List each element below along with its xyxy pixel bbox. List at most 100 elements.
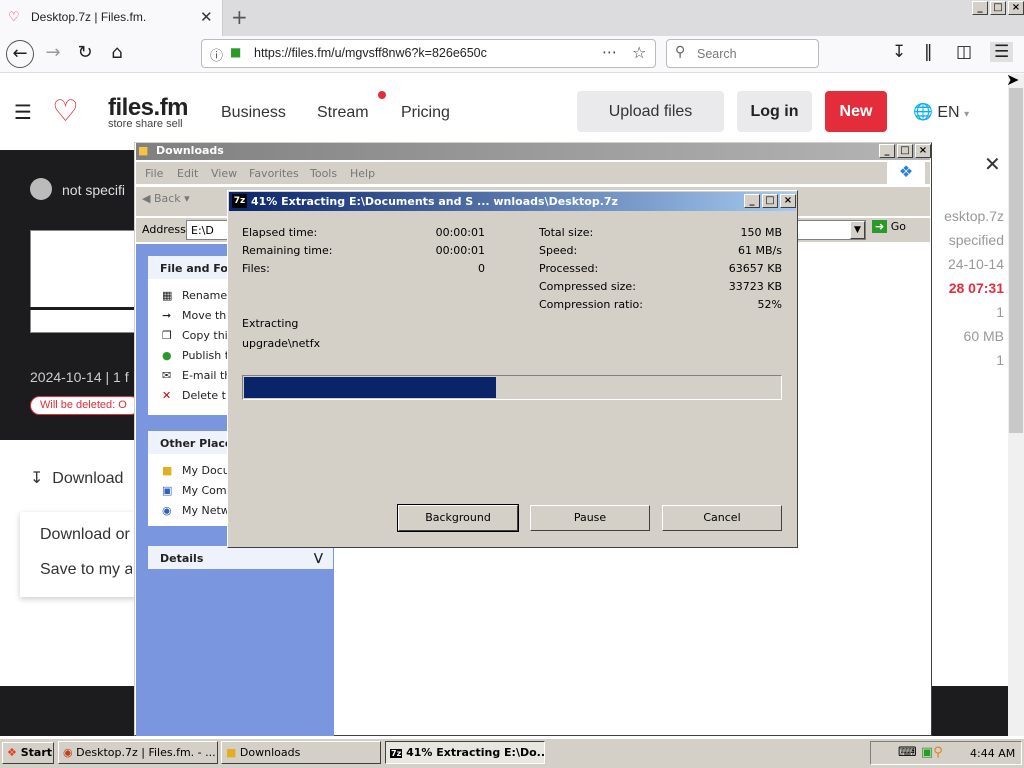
browser-tab[interactable]: ♡ Desktop.7z | Files.fm. ✕	[0, 0, 223, 36]
page-actions-icon[interactable]: ⋯	[602, 43, 617, 61]
site-tagline: store share sell	[108, 118, 183, 130]
download-option-1[interactable]: Download or	[40, 526, 132, 544]
menu-file[interactable]: File	[145, 167, 163, 180]
downloads-icon[interactable]: ↧	[892, 42, 906, 62]
login-button[interactable]: Log in	[737, 91, 812, 132]
minimize-icon[interactable]: _	[879, 144, 895, 158]
detail-value: esktop.7z	[944, 208, 1004, 224]
minimize-icon[interactable]: _	[744, 194, 760, 208]
nav-business[interactable]: Business	[221, 104, 286, 122]
task-email[interactable]: ✉E-mail thi	[162, 369, 228, 382]
nav-stream[interactable]: Stream	[317, 104, 369, 122]
address-dropdown-icon[interactable]: ▼	[850, 221, 865, 239]
home-icon[interactable]: ⌂	[104, 40, 130, 66]
task-delete[interactable]: ✕ Delete th	[162, 389, 228, 402]
search-icon[interactable]: ⚲	[933, 745, 943, 760]
menu-favorites[interactable]: Favorites	[249, 167, 299, 180]
keyboard-icon[interactable]: ⌨	[898, 745, 917, 760]
upload-files-button[interactable]: Upload files	[577, 91, 724, 132]
menu-edit[interactable]: Edit	[177, 167, 198, 180]
taskbar-item-7zip[interactable]: 7z 41% Extracting E:\Do...	[385, 741, 545, 764]
folder-icon: ■	[138, 144, 149, 157]
computer-icon: ▣	[162, 484, 173, 497]
globe-icon: 🌐	[913, 104, 933, 121]
start-button[interactable]: ❖ Start	[2, 742, 54, 764]
detail-value: 24-10-14	[947, 256, 1004, 272]
current-file: upgrade\netfx	[242, 337, 321, 350]
info-icon[interactable]: ⓘ	[210, 45, 223, 64]
bookmark-star-icon[interactable]: ☆	[632, 43, 646, 62]
sidebar-icon[interactable]: ◫	[956, 42, 972, 62]
download-option-2[interactable]: Save to my a	[40, 561, 132, 579]
download-label: Download	[52, 470, 124, 487]
taskbar-item-downloads[interactable]: ■ Downloads	[221, 741, 381, 764]
menu-tools[interactable]: Tools	[310, 167, 337, 180]
speed-label: Speed:	[539, 244, 578, 257]
compressed-size-label: Compressed size:	[539, 280, 636, 293]
new-tab-icon[interactable]: +	[231, 5, 248, 29]
task-publish[interactable]: ●Publish th	[162, 349, 228, 362]
tray-icons[interactable]: ⌨ ▣⚲	[898, 745, 943, 760]
close-icon[interactable]: ×	[780, 194, 796, 208]
library-icon[interactable]: ‖	[924, 42, 933, 62]
back-label: Back	[153, 192, 181, 205]
close-tab-icon[interactable]: ✕	[200, 8, 213, 26]
taskbar-item-browser[interactable]: ◉ Desktop.7z | Files.fm. - ...	[58, 741, 218, 764]
back-button[interactable]: ◀ Back ▾	[142, 192, 190, 205]
url-text[interactable]: https://files.fm/u/mgvsff8nw6?k=826e650c	[254, 46, 487, 60]
menu-icon[interactable]: ☰	[990, 42, 1014, 62]
close-icon[interactable]: ×	[915, 144, 931, 158]
forward-arrow-icon[interactable]: →	[40, 40, 66, 66]
notification-dot	[378, 91, 386, 99]
language-selector[interactable]: 🌐 EN ▾	[913, 102, 969, 122]
menu-help[interactable]: Help	[350, 167, 375, 180]
dialog-titlebar[interactable]: 7z 41% Extracting E:\Documents and S ...…	[229, 192, 796, 211]
maximize-icon[interactable]: □	[762, 194, 778, 208]
task-rename[interactable]: ▦ Rename	[162, 289, 228, 302]
scrollbar-thumb[interactable]	[1009, 88, 1023, 433]
elapsed-label: Elapsed time:	[242, 226, 318, 239]
maximize-icon[interactable]: □	[897, 144, 913, 158]
place-my-documents[interactable]: ■ My Docu	[162, 464, 228, 477]
place-my-network[interactable]: ◉ My Netw	[162, 504, 228, 517]
status-text: Extracting	[242, 317, 299, 330]
cancel-button[interactable]: Cancel	[662, 505, 782, 531]
back-arrow-icon[interactable]: ←	[6, 40, 34, 68]
chevron-down-icon: ⋁	[313, 551, 323, 564]
folder-icon: ■	[162, 464, 173, 477]
network-icon[interactable]: ▣	[921, 745, 933, 760]
dialog-title: 41% Extracting E:\Documents and S ... wn…	[251, 195, 618, 208]
explorer-window-controls: _ □ ×	[877, 144, 931, 158]
go-button[interactable]: ➜ Go	[872, 220, 906, 233]
filesfm-logo-icon[interactable]: ♡	[52, 94, 79, 129]
reload-icon[interactable]: ↻	[72, 40, 98, 66]
copy-icon: ❐	[162, 329, 172, 342]
nav-pricing[interactable]: Pricing	[401, 104, 450, 122]
pause-button[interactable]: Pause	[530, 505, 650, 531]
minimize-icon[interactable]: _	[972, 1, 988, 15]
file-thumbnail[interactable]	[30, 230, 140, 333]
address-value[interactable]: E:\D	[191, 224, 214, 237]
task-move[interactable]: ➞Move this	[162, 309, 228, 322]
compressed-size-value: 33723 KB	[728, 280, 782, 293]
hamburger-icon[interactable]: ☰	[14, 100, 32, 124]
menu-view[interactable]: View	[211, 167, 237, 180]
move-icon: ➞	[162, 309, 172, 322]
search-placeholder: Search	[697, 47, 737, 61]
files-value: 0	[478, 262, 485, 275]
search-input[interactable]: ⚲ Search	[666, 39, 819, 68]
windows-logo-icon: ❖	[887, 162, 925, 184]
background-button[interactable]: Background	[397, 504, 519, 532]
7zip-icon: 7z	[390, 749, 403, 758]
download-button[interactable]: ↧ Download	[30, 468, 123, 488]
explorer-titlebar[interactable]: ■ Downloads	[136, 143, 930, 160]
details-header[interactable]: Details ⋁	[148, 546, 333, 569]
task-copy[interactable]: ❐Copy this	[162, 329, 228, 342]
place-my-computer[interactable]: ▣My Comp	[162, 484, 228, 497]
restore-icon[interactable]: □	[990, 1, 1006, 15]
compression-ratio-value: 52%	[757, 298, 782, 311]
new-button[interactable]: New	[825, 91, 887, 132]
url-bar[interactable]: ⓘ ■ https://files.fm/u/mgvsff8nw6?k=826e…	[201, 39, 656, 68]
close-icon[interactable]: ✕	[984, 152, 1001, 176]
close-icon[interactable]: ×	[1008, 1, 1024, 15]
